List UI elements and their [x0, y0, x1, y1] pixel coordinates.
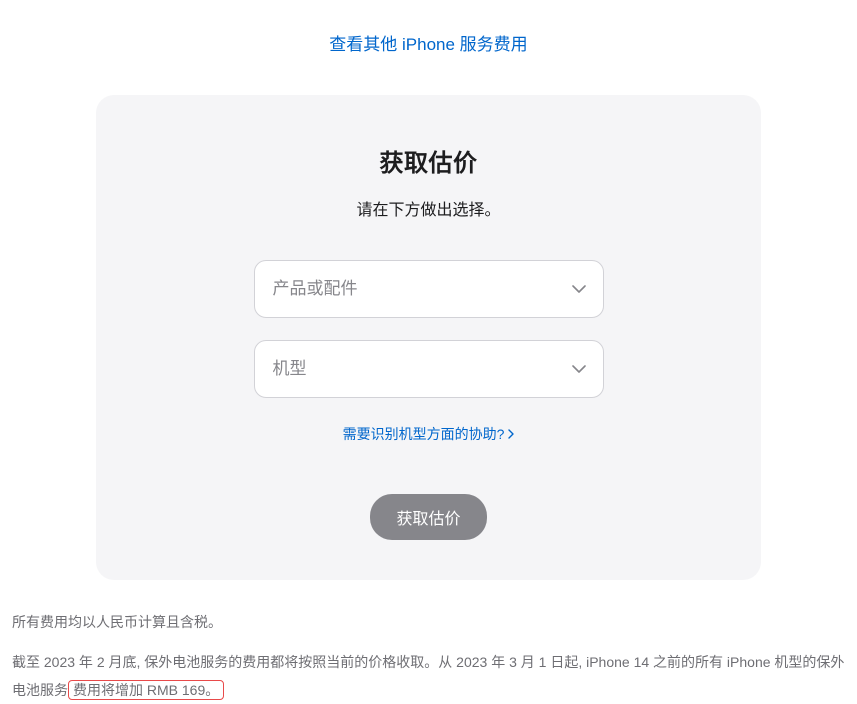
- card-subtitle: 请在下方做出选择。: [136, 196, 721, 220]
- get-estimate-button[interactable]: 获取估价: [370, 494, 486, 540]
- footnote-section: 所有费用均以人民币计算且含税。 截至 2023 年 2 月底, 保外电池服务的费…: [10, 608, 847, 704]
- model-select[interactable]: 机型: [254, 340, 604, 398]
- help-link-label: 需要识别机型方面的协助?: [343, 424, 505, 444]
- page-container: 查看其他 iPhone 服务费用 获取估价 请在下方做出选择。 产品或配件 机型…: [0, 0, 857, 704]
- identify-model-help-link[interactable]: 需要识别机型方面的协助?: [343, 424, 515, 444]
- price-increase-highlight: 费用将增加 RMB 169。: [68, 680, 224, 700]
- card-title: 获取估价: [136, 143, 721, 178]
- other-services-link[interactable]: 查看其他 iPhone 服务费用: [329, 35, 527, 54]
- footnote-price-change: 截至 2023 年 2 月底, 保外电池服务的费用都将按照当前的价格收取。从 2…: [12, 648, 845, 704]
- model-select-wrapper: 机型: [254, 340, 604, 398]
- top-link-wrapper: 查看其他 iPhone 服务费用: [10, 30, 847, 55]
- estimate-card: 获取估价 请在下方做出选择。 产品或配件 机型 需要识别机型方面的协助? 获取估…: [96, 95, 761, 580]
- product-select[interactable]: 产品或配件: [254, 260, 604, 318]
- footnote-tax-info: 所有费用均以人民币计算且含税。: [12, 608, 845, 636]
- chevron-right-icon: [508, 426, 514, 442]
- product-select-wrapper: 产品或配件: [254, 260, 604, 318]
